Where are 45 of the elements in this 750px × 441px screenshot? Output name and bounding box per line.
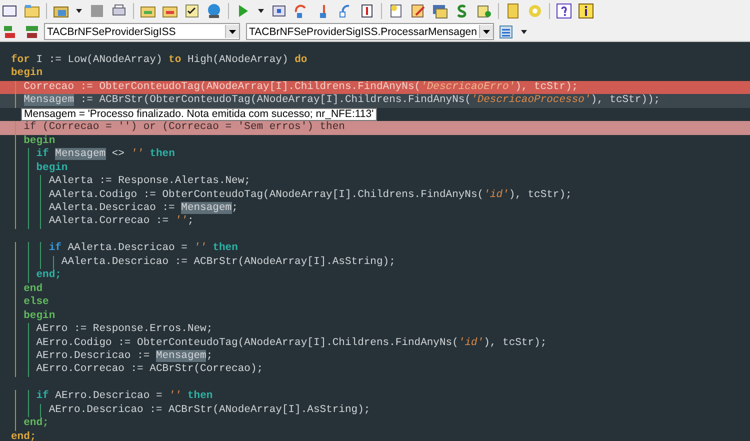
square-icon[interactable] xyxy=(89,3,105,19)
folder-icon[interactable] xyxy=(24,3,40,19)
code-line: Mensagem := ACBrStr(ObterConteudoTag(ANodeArray[I].Childrens.FindAnyNs('DescricaoProcesso'), tcStr)); xyxy=(22,94,660,106)
code-line: if Mensagem <> '' then xyxy=(35,148,175,160)
code-line: AAlerta.Descricao := ACBrStr(ANodeArray[I].AsString); xyxy=(60,256,396,268)
code-line: begin xyxy=(22,310,56,322)
window-icon[interactable] xyxy=(432,3,448,19)
code-line: for I := Low(ANodeArray) to High(ANodeArray) do xyxy=(11,54,308,66)
cursor-icon[interactable] xyxy=(359,3,375,19)
code-line: end xyxy=(22,282,43,295)
code-line: AErro.Descricao := ACBrStr(ANodeArray[I].AsString); xyxy=(48,404,370,416)
dropdown[interactable]: TACBrNFSeProviderSigISS.ProcessarMensagen xyxy=(246,23,494,40)
code-line: end; xyxy=(11,430,36,441)
code-line: AAlerta.Descricao := Mensagem; xyxy=(48,202,238,214)
code-line: AErro := Response.Erros.New; xyxy=(35,323,213,336)
info-icon[interactable] xyxy=(578,3,594,19)
code-line: AErro.Correcao := ACBrStr(Correcao); xyxy=(35,363,264,376)
notepad-icon[interactable] xyxy=(410,3,426,19)
code-line: if AErro.Descricao = '' then xyxy=(35,390,213,402)
tooltip: Mensagem = 'Processo finalizado. Nota emitida com sucesso; nr_NFE:113' xyxy=(21,108,377,122)
caret-icon xyxy=(482,30,490,34)
caret-icon xyxy=(229,30,236,34)
dropdown[interactable]: TACBrNFSeProviderSigISS xyxy=(44,23,240,40)
window-icon[interactable] xyxy=(2,3,18,19)
window-icon[interactable] xyxy=(271,3,287,19)
code-line: AAlerta := Response.Alertas.New; xyxy=(48,175,250,188)
code-line: if (Correcao = '') or (Correcao = 'Sem erros') then xyxy=(22,121,345,134)
code-line: AAlerta.Correcao := ''; xyxy=(48,215,194,228)
code-line: end; xyxy=(35,269,62,282)
code-line: end; xyxy=(22,417,49,430)
help-icon[interactable] xyxy=(556,3,572,19)
code-line: begin xyxy=(35,162,68,174)
checklist-icon[interactable] xyxy=(184,3,200,19)
list-icon[interactable] xyxy=(498,24,514,40)
code-editor[interactable] xyxy=(0,42,750,441)
code-line: Correcao := ObterConteudoTag(ANodeArray[I].Childrens.FindAnyNs('DescricaoErro'), tcStr); xyxy=(22,80,578,93)
code-line: if AAlerta.Descricao = '' then xyxy=(48,242,238,254)
code-line: else xyxy=(22,296,49,308)
code-line: AAlerta.Codigo := ObterConteudoTag(ANodeArray[I].Childrens.FindAnyNs('id'), tcStr); xyxy=(48,188,572,201)
code-line: AErro.Descricao := Mensagem; xyxy=(35,350,213,362)
code-line: begin xyxy=(22,134,56,147)
document-icon[interactable] xyxy=(505,3,521,19)
document-icon[interactable] xyxy=(388,3,404,19)
code-line: begin xyxy=(11,67,43,80)
code-line: AErro.Codigo := ObterConteudoTag(ANodeArray[I].Childrens.FindAnyNs('id'), tcStr); xyxy=(35,336,547,349)
